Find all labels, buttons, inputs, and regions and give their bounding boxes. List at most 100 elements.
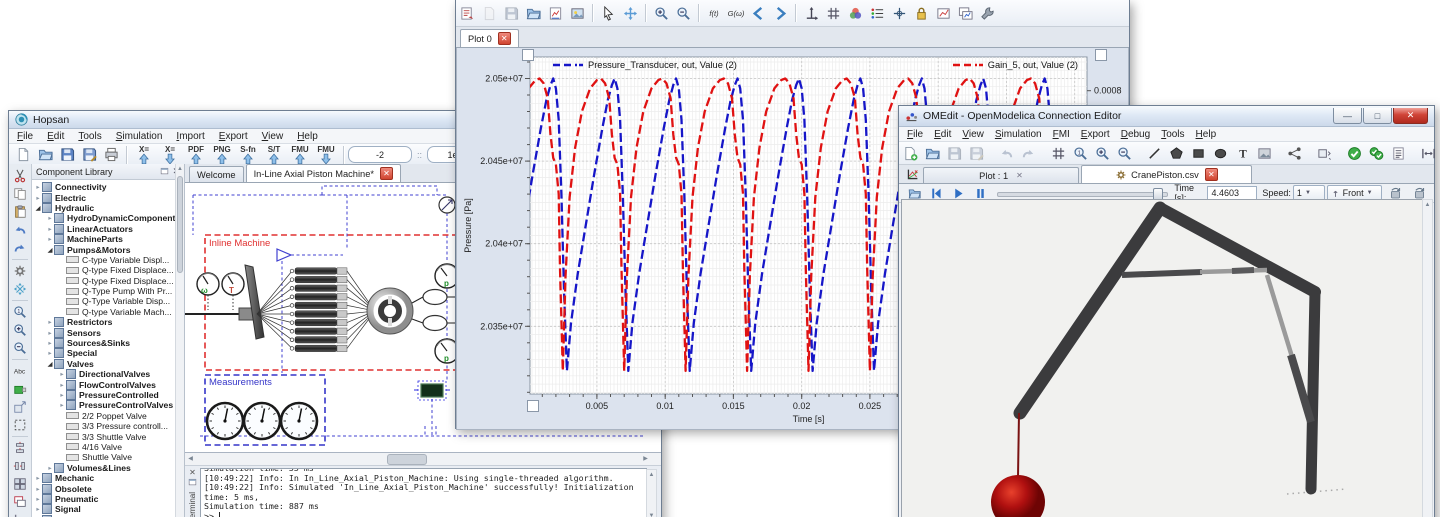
expand-icon[interactable]: ▸ [58,370,66,378]
tree-item-directionalvalves[interactable]: ▸ DirectionalValves [32,369,184,380]
save-icon[interactable] [501,3,521,23]
float-panel-icon[interactable] [160,166,169,175]
tree-item-obsolete[interactable]: ▸ Obsolete [32,483,184,494]
open-icon[interactable] [922,144,942,163]
expand-icon[interactable]: ▸ [46,318,54,326]
tree-item-q-type-fixed-displace[interactable]: Q-type Fixed Displace... [32,276,184,286]
ft-icon[interactable]: f(t) [704,3,724,23]
center-icon[interactable] [10,280,30,297]
properties-icon[interactable] [977,3,997,23]
terminal-scrollbar[interactable]: ▲ ▼ [646,469,657,517]
expand-icon[interactable]: ▸ [46,339,54,347]
lock-x-axis-checkbox[interactable] [527,400,539,412]
new-model-icon[interactable] [900,144,920,163]
snap-icon[interactable] [10,511,30,517]
tree-item-pneumatic[interactable]: ▸ Pneumatic [32,493,184,504]
bitmap-icon[interactable] [1254,144,1274,163]
tree-item-linearactuators[interactable]: ▸ LinearActuators [32,223,184,234]
hopsan-menu-export[interactable]: Export [219,131,248,142]
ellipse-icon[interactable] [1210,144,1230,163]
tab-cranepiston[interactable]: CranePiston.csv ✕ [1081,165,1252,183]
close-tab-icon[interactable]: ✕ [1204,168,1218,181]
export-x-0-button[interactable]: X= [131,145,157,165]
expand-icon[interactable]: ▸ [34,485,42,493]
lock-right-axis-checkbox[interactable] [1095,49,1107,61]
save-as-icon[interactable] [79,145,99,165]
tree-item-3-3-pressure-controll[interactable]: 3/3 Pressure controll... [32,421,184,431]
tree-item-sensors[interactable]: ▸ Sensors [32,327,184,338]
tree-item-pressurecontrolled[interactable]: ▸ PressureControlled [32,390,184,400]
grid-icon[interactable] [823,3,843,23]
time-slider[interactable] [997,188,1169,201]
redo-icon[interactable] [1018,144,1038,163]
collapse-icon[interactable]: ◢ [34,204,42,212]
export-pdf-2-button[interactable]: PDF [183,145,209,165]
instantiate-icon[interactable] [1388,144,1408,163]
close-button[interactable]: ✕ [1393,108,1428,124]
omedit-menu-file[interactable]: File [907,129,923,140]
new-plot-icon[interactable] [933,3,953,23]
undo-icon[interactable] [996,144,1016,163]
print-icon[interactable] [101,145,121,165]
hopsan-menu-edit[interactable]: Edit [47,131,64,142]
expand-icon[interactable]: ▸ [34,183,42,191]
omedit-titlebar[interactable]: OMEdit - OpenModelica Connection Editor … [899,106,1434,127]
options-icon[interactable] [10,262,30,279]
copy-icon[interactable] [10,185,30,202]
crosshair-icon[interactable] [889,3,909,23]
terminal-tab-label[interactable]: Terminal [188,492,197,517]
omedit-menu-export[interactable]: Export [1081,129,1110,140]
expand-icon[interactable]: ▸ [46,225,54,233]
tree-item-q-type-variable-disp[interactable]: Q-Type Variable Disp... [32,296,184,306]
zoom-out-icon[interactable] [1114,144,1134,163]
tree-item-volumes-lines[interactable]: ▸ Volumes&Lines [32,462,184,473]
collapse-icon[interactable]: ◢ [46,360,54,368]
tree-item-electric[interactable]: ▸ Electric [32,192,184,203]
expand-icon[interactable]: ▸ [46,349,54,357]
flow-source-component[interactable] [438,196,456,214]
zoom-out-icon[interactable] [673,3,693,23]
terminal-output[interactable]: Simulation time: 55 ms [10:49:22] Info: I… [200,468,647,517]
lock-axes-icon[interactable] [911,3,931,23]
export-image-icon[interactable] [567,3,587,23]
plot-window-icon[interactable] [902,167,922,182]
expand-icon[interactable]: ▸ [34,194,42,202]
expand-icon[interactable]: ▸ [46,464,54,472]
expand-icon[interactable]: ▸ [46,329,54,337]
text-tool-icon[interactable]: T [1232,144,1252,163]
open-icon[interactable] [35,145,55,165]
export-data-icon[interactable] [545,3,565,23]
omedit-menu-tools[interactable]: Tools [1161,129,1184,140]
connect-icon[interactable] [1284,144,1304,163]
tree-item-hydraulic[interactable]: ◢ Hydraulic [32,202,184,213]
omedit-menu-edit[interactable]: Edit [934,129,951,140]
tree-item-2-2-poppet-valve[interactable]: 2/2 Poppet Valve [32,411,184,421]
tab-plot0[interactable]: Plot 0 ✕ [460,29,519,47]
tab-plot1[interactable]: Plot : 1 ✕ [923,167,1079,183]
cascade-icon[interactable] [10,493,30,510]
tree-item-q-type-pump-with-pr[interactable]: Q-Type Pump With Pr... [32,286,184,296]
tree-item-sources-sinks[interactable]: ▸ Sources&Sinks [32,338,184,349]
expand-icon[interactable]: ▸ [34,505,42,513]
new-icon[interactable] [13,145,33,165]
zoom-original-icon[interactable]: 1 [1070,144,1090,163]
viewport-scrollbar[interactable]: ▲ ▼ [1422,199,1433,517]
align-horizontal-icon[interactable] [10,457,30,474]
tree-item-valves[interactable]: ◢ Valves [32,358,184,369]
terminal-float-icon[interactable] [188,477,197,486]
fit-icon[interactable] [1418,144,1438,163]
canvas-hscrollbar[interactable]: ◀ ▶ [185,453,661,466]
display-component[interactable] [414,380,450,401]
export-icon[interactable] [457,3,477,23]
tree-item-shuttle-valve[interactable]: Shuttle Valve [32,452,184,462]
minimize-button[interactable]: — [1333,108,1362,124]
open-icon[interactable] [523,3,543,23]
collapse-icon[interactable]: ◢ [46,246,54,254]
expand-icon[interactable]: ▸ [46,214,54,222]
save-as-icon[interactable] [966,144,986,163]
maximize-button[interactable]: □ [1363,108,1392,124]
expand-icon[interactable]: ▸ [34,495,42,503]
tree-item-signal[interactable]: ▸ Signal [32,504,184,515]
polygon-icon[interactable] [1166,144,1186,163]
tree-item-4-16-valve[interactable]: 4/16 Valve [32,442,184,452]
